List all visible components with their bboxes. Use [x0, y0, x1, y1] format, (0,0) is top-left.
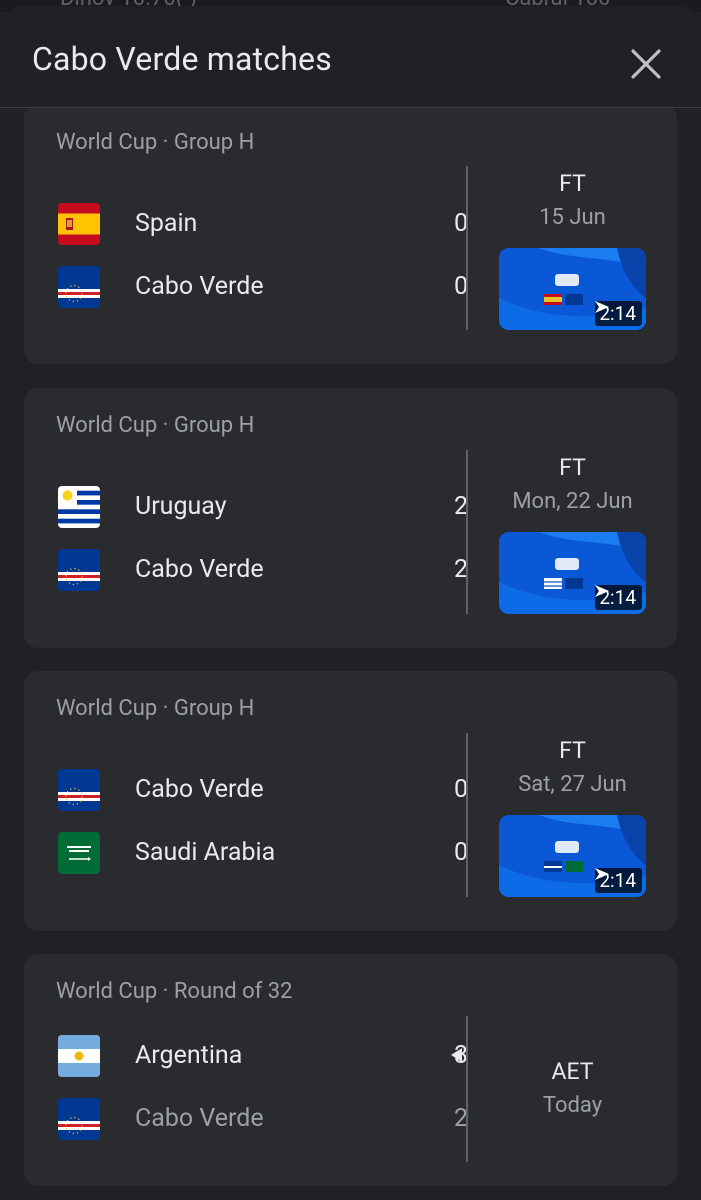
match-status: FT Mon, 22 Jun: [468, 454, 677, 514]
team-name: Argentina: [135, 1041, 243, 1070]
saudi-arabia-flag: [58, 832, 100, 874]
team-row-home: Uruguay 2: [58, 485, 468, 529]
winner-indicator-icon: [451, 1048, 462, 1062]
team-score: 0: [453, 272, 468, 301]
match-date: Sat, 27 Jun: [518, 772, 627, 797]
team-row-home: Cabo Verde 0: [58, 768, 468, 812]
team-name: Uruguay: [135, 492, 227, 521]
team-row-home: Spain 0: [58, 202, 468, 246]
match-status: FT 15 Jun: [468, 170, 677, 230]
match-date: Mon, 22 Jun: [512, 489, 633, 514]
match-date: 15 Jun: [539, 205, 606, 230]
argentina-flag: [58, 1035, 100, 1077]
close-icon: [631, 49, 661, 79]
matches-bottom-sheet: Cabo Verde matches World Cup · Group H S…: [0, 6, 701, 1200]
highlights-video-thumbnail[interactable]: 2:14: [499, 248, 646, 330]
team-name: Saudi Arabia: [135, 838, 276, 867]
play-icon: [595, 585, 610, 597]
team-row-home-winner: Argentina 3: [58, 1034, 468, 1078]
close-button[interactable]: [622, 40, 670, 88]
match-card[interactable]: World Cup · Group H Uruguay 2 Cabo Verde…: [24, 388, 677, 648]
team-name: Cabo Verde: [135, 775, 264, 804]
sheet-header: Cabo Verde matches: [0, 6, 701, 108]
match-status: FT Sat, 27 Jun: [468, 737, 677, 797]
video-duration: 2:14: [595, 301, 642, 326]
team-name: Spain: [135, 209, 198, 238]
highlights-video-thumbnail[interactable]: 2:14: [499, 815, 646, 897]
competition-label: World Cup · Group H: [56, 413, 255, 438]
team-row-away: Cabo Verde 2: [58, 1097, 468, 1141]
team-name: Cabo Verde: [135, 272, 264, 301]
competition-label: World Cup · Group H: [56, 696, 255, 721]
spain-flag: [58, 203, 100, 245]
team-score: 0: [453, 209, 468, 238]
match-card[interactable]: World Cup · Group H Spain 0 Cabo Verde 0: [24, 104, 677, 364]
status-text: FT: [559, 170, 586, 197]
competition-label: World Cup · Round of 32: [56, 979, 293, 1004]
sheet-title: Cabo Verde matches: [32, 40, 332, 78]
team-score: 0: [453, 838, 468, 867]
video-duration: 2:14: [595, 585, 642, 610]
team-name: Cabo Verde: [135, 1104, 264, 1133]
team-row-away: Cabo Verde 0: [58, 265, 468, 309]
team-row-away: Saudi Arabia 0: [58, 831, 468, 875]
highlights-video-thumbnail[interactable]: 2:14: [499, 532, 646, 614]
cabo-verde-flag: [58, 1098, 100, 1140]
match-status: AET Today: [468, 1058, 677, 1118]
competition-label: World Cup · Group H: [56, 130, 255, 155]
team-row-away: Cabo Verde 2: [58, 548, 468, 592]
match-card[interactable]: World Cup · Round of 32 Argentina 3 Cabo…: [24, 954, 677, 1186]
match-date: Today: [542, 1093, 603, 1118]
status-text: FT: [559, 454, 586, 481]
cabo-verde-flag: [58, 549, 100, 591]
team-score: 0: [453, 775, 468, 804]
uruguay-flag: [58, 486, 100, 528]
video-duration: 2:14: [595, 868, 642, 893]
team-name: Cabo Verde: [135, 555, 264, 584]
cabo-verde-flag: [58, 769, 100, 811]
play-icon: [595, 301, 610, 313]
match-card[interactable]: World Cup · Group H Cabo Verde 0 Saudi A…: [24, 671, 677, 931]
cabo-verde-flag: [58, 266, 100, 308]
status-text: AET: [551, 1058, 594, 1085]
team-score: 2: [453, 492, 468, 521]
status-text: FT: [559, 737, 586, 764]
team-score: 2: [453, 1104, 468, 1133]
play-icon: [595, 868, 610, 880]
team-score: 2: [453, 555, 468, 584]
